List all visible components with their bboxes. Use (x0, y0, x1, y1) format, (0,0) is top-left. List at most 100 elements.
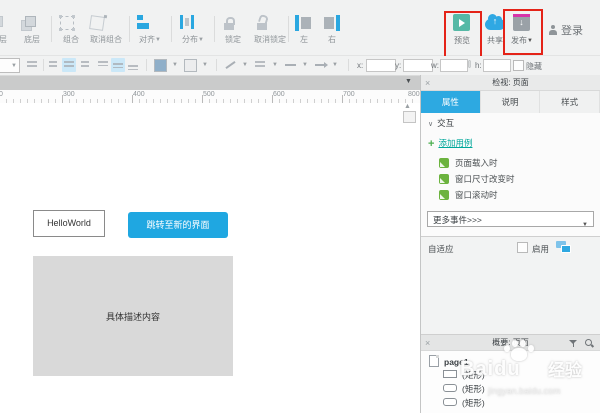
lock-label: 锁定 (225, 35, 241, 44)
bring-to-front-icon (0, 13, 14, 33)
align-text-center-icon (64, 61, 74, 69)
share-cloud-icon: ↑ (485, 14, 505, 33)
publish-button[interactable]: ↓ 发布▼ (508, 14, 536, 46)
align-icon (133, 13, 167, 33)
y-field[interactable] (403, 59, 433, 72)
toolbar-divider (216, 59, 217, 71)
event-icon (439, 158, 449, 168)
publish-label: 发布 (511, 36, 527, 45)
event-onpageload[interactable]: 页面载入时 (439, 157, 498, 169)
align-label: 对齐 (139, 35, 155, 44)
tab-list-chevron-icon[interactable]: ▼ (405, 78, 412, 85)
tree-item-rectangle[interactable]: (矩形) (443, 383, 485, 395)
event-icon (439, 190, 449, 200)
tab-style[interactable]: 样式 (540, 91, 600, 113)
unlock-button[interactable]: 取消锁定 (248, 13, 292, 44)
y-field-label: y: (395, 61, 401, 70)
design-canvas[interactable]: HelloWorld 跳转至新的界面 具体描述内容 (0, 103, 420, 413)
filter-icon[interactable] (569, 339, 578, 348)
bring-to-front-button[interactable]: 顶层 (0, 13, 14, 44)
ruler-number: 0 (0, 91, 3, 98)
hide-checkbox[interactable] (513, 60, 524, 71)
w-field[interactable] (440, 59, 468, 72)
helloworld-widget[interactable]: HelloWorld (33, 210, 105, 237)
right-panel: × 检视: 页面 属性 说明 样式 ∨交互 +添加用例 页面载入时 窗口尺寸改变… (420, 75, 600, 413)
group-button[interactable]: 组合 (55, 13, 87, 44)
pencil-icon (225, 61, 235, 69)
align-text-left-button[interactable] (47, 58, 61, 72)
align-text-center-button[interactable] (62, 58, 76, 72)
arrow-style-picker[interactable]: ▼ (314, 58, 338, 72)
valign-bottom-button[interactable] (126, 58, 140, 72)
enable-checkbox[interactable] (517, 242, 528, 253)
h-field[interactable] (483, 59, 511, 72)
login-button[interactable]: 登录 (548, 22, 583, 38)
align-button[interactable]: 对齐▼ (133, 13, 167, 45)
tab-properties[interactable]: 属性 (421, 91, 481, 113)
chevron-down-icon: ▼ (11, 63, 17, 69)
line-spacing-icon (27, 61, 37, 69)
align-right-edge-button[interactable]: 右 (320, 13, 344, 44)
constrain-proportions-icon[interactable]: [] (468, 61, 470, 68)
x-field[interactable] (366, 59, 396, 72)
lock-button[interactable]: 锁定 (218, 13, 248, 44)
chevron-down-icon: ▼ (202, 62, 208, 68)
valign-top-button[interactable] (96, 58, 110, 72)
more-events-select[interactable]: 更多事件>>> ▼ (427, 211, 594, 227)
ruler-number: 800 (408, 91, 420, 98)
align-text-left-icon (49, 61, 57, 69)
jump-button-widget[interactable]: 跳转至新的界面 (128, 212, 228, 238)
search-icon[interactable] (584, 338, 594, 348)
scroll-up-arrow-icon[interactable]: ▲ (404, 103, 411, 110)
rectangle-icon (443, 398, 457, 406)
align-text-right-button[interactable] (77, 58, 91, 72)
valign-bottom-icon (128, 65, 138, 70)
line-color-picker[interactable]: ▼ (224, 58, 248, 72)
interaction-header[interactable]: ∨交互 (428, 117, 454, 129)
line-style-picker[interactable]: ▼ (284, 58, 308, 72)
ungroup-button[interactable]: 取消组合 (85, 13, 127, 44)
tree-item-page1[interactable]: page1 (429, 355, 469, 367)
toolbar-divider (43, 59, 44, 71)
description-box-widget[interactable]: 具体描述内容 (33, 256, 233, 376)
chevron-down-icon: ▼ (272, 62, 278, 68)
send-to-back-button[interactable]: 底层 (17, 13, 47, 44)
chevron-down-icon: ▼ (198, 37, 204, 43)
preview-button[interactable]: 预览 (449, 14, 475, 45)
font-style-select[interactable]: ▼ (0, 58, 20, 73)
close-icon[interactable]: × (425, 336, 430, 350)
add-case-link[interactable]: +添加用例 (428, 137, 472, 150)
ungroup-icon (85, 13, 127, 33)
h-field-label: h: (475, 61, 482, 70)
share-button[interactable]: ↑ 共享 (481, 14, 509, 45)
horizontal-ruler: 0 300 400 500 600 700 800 (0, 90, 420, 104)
align-left-edge-label: 左 (300, 35, 308, 44)
tree-item-rectangle[interactable]: (矩形) (443, 397, 485, 409)
opacity-picker[interactable]: ▼ (184, 58, 208, 72)
tab-notes[interactable]: 说明 (481, 91, 541, 113)
line-spacing-button[interactable] (25, 58, 39, 72)
event-onwindowresize[interactable]: 窗口尺寸改变时 (439, 173, 515, 185)
toolbar-divider (146, 59, 147, 71)
toolbar-divider (288, 16, 289, 42)
adaptive-devices-icon[interactable] (556, 241, 570, 252)
tree-item-rectangle[interactable]: (矩形) (443, 369, 485, 381)
distribute-button[interactable]: 分布▼ (176, 13, 210, 45)
vertical-scrollbar-thumb[interactable] (403, 111, 416, 123)
close-icon[interactable]: × (425, 76, 430, 90)
chevron-down-icon: ▼ (527, 38, 533, 44)
axure-app-window: 顶层 底层 组合 取消组合 对齐▼ 分布▼ 锁定 (0, 0, 600, 413)
inspector-tabs: 属性 说明 样式 (421, 91, 600, 113)
arrow-line-icon (315, 64, 325, 66)
toolbar-divider (51, 16, 52, 42)
valign-middle-button[interactable] (111, 58, 125, 72)
fill-color-picker[interactable]: ▼ (154, 58, 178, 72)
chevron-down-icon: ▼ (582, 217, 588, 233)
inspector-title: 检视: 页面 (421, 75, 600, 90)
enable-label: 启用 (532, 243, 549, 255)
chevron-down-icon: ▼ (302, 62, 308, 68)
align-left-edge-button[interactable]: 左 (292, 13, 316, 44)
event-onwindowscroll[interactable]: 窗口滚动时 (439, 189, 498, 201)
format-toolbar: ▼ ▼ ▼ ▼ ▼ ▼ ▼ x: y: w: [] h: 隐藏 (0, 56, 600, 76)
line-width-picker[interactable]: ▼ (254, 58, 278, 72)
